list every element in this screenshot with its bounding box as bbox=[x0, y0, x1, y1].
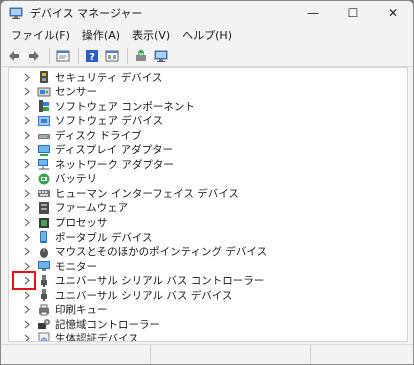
chevron-right-icon[interactable] bbox=[23, 303, 31, 317]
status-cell bbox=[1, 345, 151, 364]
toolbar-separator bbox=[78, 47, 79, 64]
tree-item-label: ディスク ドライブ bbox=[55, 129, 142, 142]
security-device-icon bbox=[37, 70, 51, 84]
tree-item-label: 印刷キュー bbox=[55, 304, 108, 317]
forward-icon[interactable] bbox=[25, 47, 43, 65]
help-icon[interactable]: ? bbox=[83, 47, 101, 65]
tree-item[interactable]: 生体認証デバイス bbox=[9, 331, 407, 342]
sensor-icon bbox=[37, 85, 51, 99]
back-icon[interactable] bbox=[5, 47, 23, 65]
tree-item-label: ヒューマン インターフェイス デバイス bbox=[55, 187, 239, 200]
software-device-icon bbox=[37, 114, 51, 128]
chevron-right-icon[interactable] bbox=[23, 172, 31, 186]
storage-controller-icon bbox=[37, 317, 51, 331]
tree-item-label: ネットワーク アダプター bbox=[55, 158, 174, 171]
chevron-right-icon[interactable] bbox=[23, 128, 31, 142]
status-cell bbox=[151, 345, 311, 364]
menu-bar: ファイル(F) 操作(A) 表示(V) ヘルプ(H) bbox=[1, 25, 413, 45]
biometric-icon bbox=[37, 332, 51, 341]
window-title: デバイス マネージャー bbox=[30, 7, 143, 20]
chevron-right-icon[interactable] bbox=[23, 186, 31, 200]
battery-icon bbox=[37, 172, 51, 186]
menu-view[interactable]: 表示(V) bbox=[126, 27, 176, 43]
usb-device-icon bbox=[37, 288, 51, 302]
chevron-right-icon[interactable] bbox=[23, 157, 31, 171]
minimize-button[interactable]: — bbox=[293, 1, 333, 25]
chevron-right-icon[interactable] bbox=[23, 201, 31, 215]
tree-item-label: プロセッサ bbox=[55, 217, 108, 229]
tree-item-label: ディスプレイ アダプター bbox=[55, 144, 174, 157]
usb-controller-icon bbox=[37, 274, 51, 288]
status-cell bbox=[311, 345, 413, 364]
maximize-button[interactable]: ☐ bbox=[333, 1, 373, 25]
tree-item-label: ユニバーサル シリアル バス コントローラー bbox=[55, 275, 265, 288]
tree-item-label: モニター bbox=[55, 260, 97, 273]
device-tree[interactable]: セキュリティ デバイス センサー ソフトウェア コンポーネント ソフトウェア デバイス… bbox=[8, 67, 408, 342]
chevron-right-icon[interactable] bbox=[23, 85, 31, 99]
portable-device-icon bbox=[37, 230, 51, 244]
network-adapter-icon bbox=[37, 157, 51, 171]
mouse-icon bbox=[37, 245, 51, 259]
menu-action[interactable]: 操作(A) bbox=[76, 27, 126, 43]
disk-drive-icon bbox=[37, 128, 51, 142]
title-bar[interactable]: デバイス マネージャー — ☐ ✕ bbox=[1, 1, 413, 25]
firmware-icon bbox=[37, 201, 51, 215]
update-driver-icon[interactable] bbox=[132, 47, 150, 65]
tree-item-label: 生体認証デバイス bbox=[55, 333, 139, 342]
device-manager-window: デバイス マネージャー — ☐ ✕ ファイル(F) 操作(A) 表示(V) ヘル… bbox=[0, 0, 414, 365]
properties-icon[interactable] bbox=[54, 47, 72, 65]
chevron-right-icon[interactable] bbox=[23, 332, 31, 341]
tree-item-label: センサー bbox=[55, 86, 97, 99]
tree-item-label: ソフトウェア コンポーネント bbox=[55, 100, 195, 113]
print-queue-icon bbox=[37, 303, 51, 317]
tree-item-label: セキュリティ デバイス bbox=[55, 71, 163, 84]
tree-item-label: ポータブル デバイス bbox=[55, 231, 153, 244]
chevron-right-icon[interactable] bbox=[23, 317, 31, 331]
menu-file[interactable]: ファイル(F) bbox=[5, 27, 76, 43]
toolbar-separator bbox=[49, 47, 50, 64]
chevron-right-icon[interactable] bbox=[23, 70, 31, 84]
tree-item-label: バッテリ bbox=[55, 173, 97, 186]
tree-item-label: マウスとそのほかのポインティング デバイス bbox=[55, 246, 268, 259]
toolbar-separator bbox=[127, 47, 128, 64]
software-component-icon bbox=[37, 99, 51, 113]
show-hidden-icon[interactable] bbox=[103, 47, 121, 65]
chevron-right-icon[interactable] bbox=[23, 143, 31, 157]
chevron-right-icon[interactable] bbox=[23, 114, 31, 128]
menu-help[interactable]: ヘルプ(H) bbox=[176, 27, 238, 43]
chevron-right-icon[interactable] bbox=[23, 288, 31, 302]
chevron-right-icon[interactable] bbox=[23, 245, 31, 259]
chevron-right-icon[interactable] bbox=[23, 230, 31, 244]
display-adapter-icon bbox=[37, 143, 51, 157]
chevron-right-icon[interactable] bbox=[23, 216, 31, 230]
status-bar bbox=[1, 344, 413, 364]
device-manager-app-icon bbox=[8, 5, 24, 21]
monitor-icon bbox=[37, 259, 51, 273]
tree-item-label: ファームウェア bbox=[55, 202, 129, 215]
tree-item-label: ユニバーサル シリアル バス デバイス bbox=[55, 289, 233, 302]
processor-icon bbox=[37, 216, 51, 230]
hid-icon bbox=[37, 186, 51, 200]
scan-hardware-icon[interactable] bbox=[152, 47, 170, 65]
close-button[interactable]: ✕ bbox=[373, 1, 413, 25]
svg-text:?: ? bbox=[89, 52, 95, 63]
chevron-right-icon[interactable] bbox=[23, 99, 31, 113]
tree-item-label: 記憶域コントローラー bbox=[55, 318, 160, 331]
tree-item-label: ソフトウェア デバイス bbox=[55, 115, 164, 128]
toolbar: ? bbox=[1, 45, 413, 67]
